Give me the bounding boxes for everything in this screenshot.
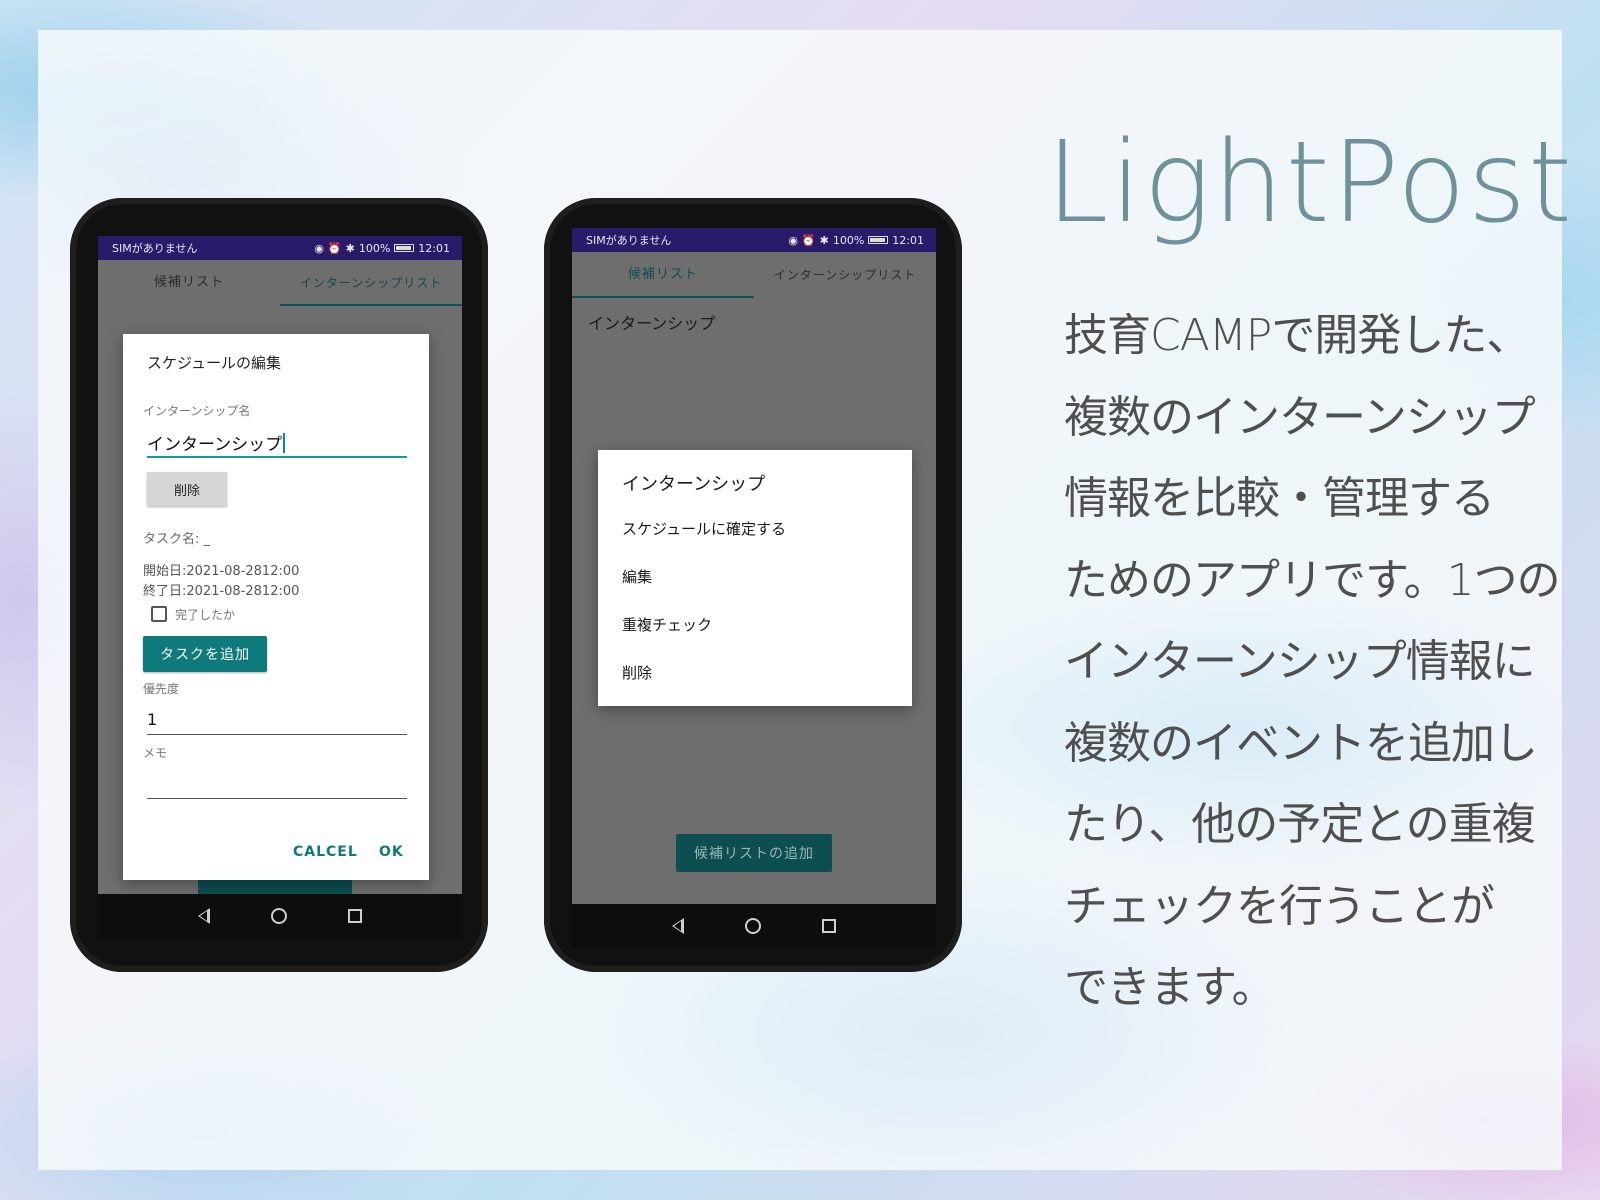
task-label-text: タスク名: bbox=[143, 532, 200, 547]
menu-item-edit[interactable]: 編集 bbox=[622, 566, 652, 587]
dialog-title: スケジュールの編集 bbox=[147, 354, 281, 372]
description-line: 複数のイベントを追加し bbox=[1064, 717, 1538, 769]
description-line: 複数のインターンシップ bbox=[1064, 391, 1536, 443]
bluetooth-icon: ✱ bbox=[345, 241, 355, 255]
home-icon[interactable] bbox=[744, 918, 761, 934]
recents-icon[interactable] bbox=[821, 919, 836, 933]
name-input-underline bbox=[147, 456, 407, 458]
description: 技育CAMPで開発した、 複数のインターンシップ 情報を比較・管理する ためのア… bbox=[1064, 306, 1584, 1040]
android-nav-bar bbox=[98, 894, 462, 938]
name-input[interactable]: インターンシップ bbox=[147, 430, 286, 455]
ok-button[interactable]: OK bbox=[379, 844, 404, 860]
phone-screen: SIMがありません ◉ ⏰ ✱ 100% 12:01 候補リスト インターンシッ… bbox=[572, 228, 936, 948]
tab-candidates[interactable]: 候補リスト bbox=[98, 260, 280, 306]
menu-item-delete[interactable]: 削除 bbox=[622, 662, 652, 683]
tab-bar: 候補リスト インターンシップリスト bbox=[572, 252, 936, 298]
delete-button[interactable]: 削除 bbox=[147, 472, 227, 506]
add-task-button[interactable]: タスクを追加 bbox=[143, 636, 267, 672]
phone-internship-menu: SIMがありません ◉ ⏰ ✱ 100% 12:01 候補リスト インターンシッ… bbox=[544, 198, 962, 972]
priority-underline bbox=[147, 734, 407, 735]
menu-item-confirm[interactable]: スケジュールに確定する bbox=[622, 518, 786, 539]
memo-input[interactable] bbox=[147, 764, 407, 798]
back-icon[interactable] bbox=[672, 918, 685, 934]
battery-icon bbox=[868, 236, 889, 244]
priority-input[interactable]: 1 bbox=[147, 710, 157, 729]
status-sim-text: SIMがありません bbox=[586, 234, 672, 247]
recents-icon[interactable] bbox=[347, 909, 362, 923]
description-line: たり、他の予定との重複 bbox=[1064, 799, 1536, 850]
add-candidate-list-button[interactable]: 候補リストの追加 bbox=[676, 834, 832, 872]
status-time: 12:01 bbox=[892, 233, 924, 247]
start-date: 開始日:2021-08-2812:00 bbox=[143, 564, 300, 579]
tab-internships[interactable]: インターンシップリスト bbox=[280, 260, 462, 306]
cancel-button[interactable]: CALCEL bbox=[293, 844, 358, 860]
back-icon[interactable] bbox=[198, 908, 211, 924]
status-right: ◉ ⏰ ✱ 100% 12:01 bbox=[314, 242, 450, 255]
battery-percent: 100% bbox=[358, 241, 391, 255]
phone-edit-schedule: SIMがありません ◉ ⏰ ✱ 100% 12:01 候補リスト インターンシッ… bbox=[70, 198, 488, 972]
menu-title: インターンシップ bbox=[622, 474, 766, 495]
bluetooth-icon: ✱ bbox=[819, 233, 829, 247]
battery-icon bbox=[394, 244, 415, 252]
text-caret bbox=[283, 433, 286, 453]
alarm-icon: ⏰ bbox=[801, 233, 816, 247]
end-date: 終了日:2021-08-2812:00 bbox=[143, 584, 300, 599]
task-label: タスク名: _ bbox=[143, 528, 210, 547]
list-item[interactable]: インターンシップ bbox=[588, 310, 715, 334]
done-checkbox[interactable] bbox=[151, 606, 167, 622]
priority-label: 優先度 bbox=[143, 682, 180, 696]
memo-label: メモ bbox=[143, 746, 168, 760]
description-line: ためのアプリです。1つの bbox=[1064, 554, 1561, 606]
tab-bar: 候補リスト インターンシップリスト bbox=[98, 260, 462, 306]
alarm-icon: ⏰ bbox=[327, 241, 342, 255]
add-list-button-obscured bbox=[198, 880, 352, 894]
android-nav-bar bbox=[572, 904, 936, 948]
description-line: できます。 bbox=[1064, 962, 1276, 1013]
home-icon[interactable] bbox=[270, 908, 287, 924]
tab-internships[interactable]: インターンシップリスト bbox=[754, 252, 936, 298]
description-line: インターンシップ情報に bbox=[1064, 636, 1536, 687]
status-sim-text: SIMがありません bbox=[112, 242, 198, 255]
task-value: _ bbox=[203, 532, 211, 547]
brand-title: LightPost bbox=[1046, 118, 1574, 248]
eye-icon: ◉ bbox=[788, 233, 798, 247]
status-bar: SIMがありません ◉ ⏰ ✱ 100% 12:01 bbox=[98, 236, 462, 260]
battery-percent: 100% bbox=[832, 233, 865, 247]
name-input-value: インターンシップ bbox=[147, 435, 283, 455]
menu-item-duplicate-check[interactable]: 重複チェック bbox=[622, 614, 712, 635]
status-right: ◉ ⏰ ✱ 100% 12:01 bbox=[788, 234, 924, 247]
description-line: チェックを行うことが bbox=[1064, 880, 1495, 932]
status-time: 12:01 bbox=[418, 241, 450, 255]
edit-schedule-dialog: スケジュールの編集 インターンシップ名 インターンシップ 削除 タスク名: _ … bbox=[123, 334, 429, 880]
eye-icon: ◉ bbox=[314, 241, 324, 255]
description-line: 技育CAMPで開発した、 bbox=[1064, 310, 1530, 361]
name-label: インターンシップ名 bbox=[143, 404, 251, 418]
done-label: 完了したか bbox=[175, 608, 236, 622]
status-bar: SIMがありません ◉ ⏰ ✱ 100% 12:01 bbox=[572, 228, 936, 252]
internship-menu-dialog: インターンシップ スケジュールに確定する 編集 重複チェック 削除 bbox=[598, 450, 912, 706]
description-line: 情報を比較・管理する bbox=[1064, 473, 1495, 524]
tab-candidates[interactable]: 候補リスト bbox=[572, 252, 754, 298]
phone-screen: SIMがありません ◉ ⏰ ✱ 100% 12:01 候補リスト インターンシッ… bbox=[98, 236, 462, 938]
memo-underline bbox=[147, 798, 407, 799]
